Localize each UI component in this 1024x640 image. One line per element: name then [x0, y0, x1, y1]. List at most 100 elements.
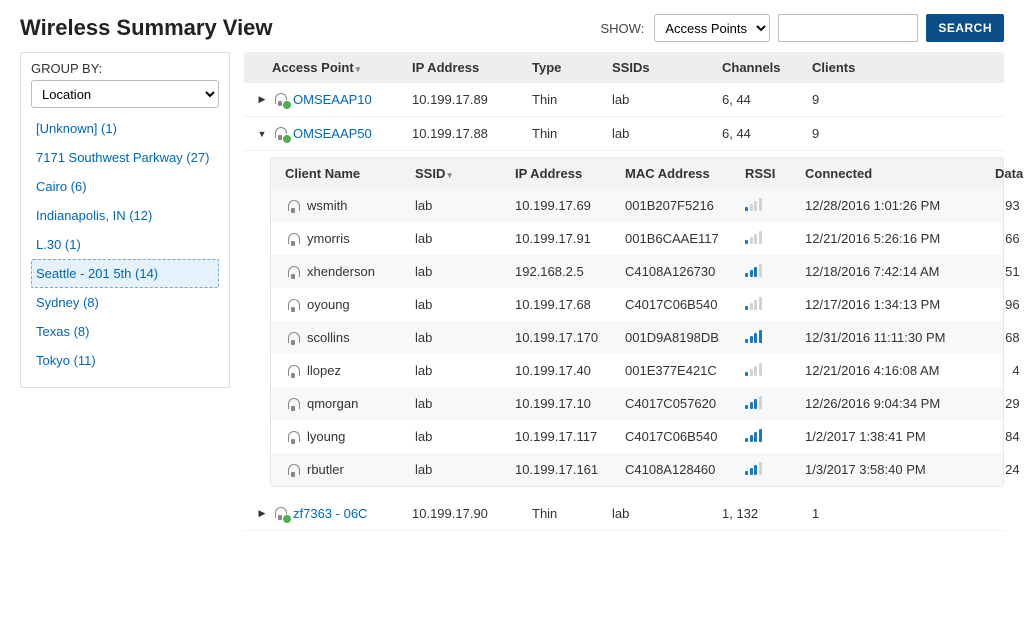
client-row: xhendersonlab192.168.2.5C4108A12673012/1…	[271, 255, 1003, 288]
ap-row: ▼OMSEAAP5010.199.17.88Thinlab6, 449	[244, 117, 1004, 151]
ap-name-link[interactable]: OMSEAAP50	[272, 125, 412, 142]
ap-name-link[interactable]: zf7363 - 06C	[272, 505, 412, 522]
client-name: rbutler	[307, 462, 344, 477]
rssi-icon	[745, 461, 762, 475]
wifi-client-icon	[285, 462, 301, 478]
ap-type: Thin	[532, 506, 612, 521]
ap-channels: 1, 132	[722, 506, 812, 521]
col-channels[interactable]: Channels	[722, 60, 812, 75]
rssi-icon	[745, 197, 762, 211]
col-clients[interactable]: Clients	[812, 60, 902, 75]
client-ssid: lab	[415, 330, 515, 345]
wifi-ap-icon	[272, 91, 289, 108]
client-col-client_name[interactable]: Client Name	[285, 166, 415, 181]
client-row: qmorganlab10.199.17.10C4017C05762012/26/…	[271, 387, 1003, 420]
client-ip: 10.199.17.161	[515, 462, 625, 477]
col-ip[interactable]: IP Address	[412, 60, 532, 75]
client-ssid: lab	[415, 462, 515, 477]
client-col-mac[interactable]: MAC Address	[625, 166, 745, 181]
client-row: lyounglab10.199.17.117C4017C06B5401/2/20…	[271, 420, 1003, 453]
sidebar-location[interactable]: 7171 Southwest Parkway (27)	[31, 143, 219, 172]
wifi-ap-icon	[272, 505, 289, 522]
client-name: qmorgan	[307, 396, 358, 411]
client-col-connected[interactable]: Connected	[805, 166, 975, 181]
client-connected: 1/3/2017 3:58:40 PM	[805, 462, 975, 477]
ap-clients: 9	[812, 92, 902, 107]
client-ip: 10.199.17.117	[515, 429, 625, 444]
client-col-rate[interactable]: Data Rate	[975, 166, 1024, 181]
wifi-client-icon	[285, 396, 301, 412]
client-rate: 84 Mbps	[975, 429, 1024, 444]
show-select[interactable]: Access Points	[654, 14, 770, 42]
sidebar-location[interactable]: L.30 (1)	[31, 230, 219, 259]
client-col-rssi[interactable]: RSSI	[745, 166, 805, 181]
client-ip: 10.199.17.170	[515, 330, 625, 345]
client-col-ip[interactable]: IP Address	[515, 166, 625, 181]
wifi-client-icon	[285, 198, 301, 214]
search-button[interactable]: SEARCH	[926, 14, 1004, 42]
ap-ip: 10.199.17.89	[412, 92, 532, 107]
rssi-icon	[745, 230, 762, 244]
ap-type: Thin	[532, 126, 612, 141]
client-mac: C4108A128460	[625, 462, 745, 477]
client-mac: C4017C06B540	[625, 429, 745, 444]
rssi-icon	[745, 395, 762, 409]
sidebar-location[interactable]: [Unknown] (1)	[31, 114, 219, 143]
sidebar-location[interactable]: Sydney (8)	[31, 288, 219, 317]
client-rate: 4 Mbps	[975, 363, 1024, 378]
rssi-icon	[745, 362, 762, 376]
ap-channels: 6, 44	[722, 126, 812, 141]
client-connected: 12/17/2016 1:34:13 PM	[805, 297, 975, 312]
client-ip: 10.199.17.91	[515, 231, 625, 246]
expand-icon[interactable]: ▶	[252, 94, 272, 105]
client-connected: 12/21/2016 5:26:16 PM	[805, 231, 975, 246]
client-name: llopez	[307, 363, 341, 378]
wifi-client-icon	[285, 297, 301, 313]
client-rate: 93 Mbps	[975, 198, 1024, 213]
ap-name-link[interactable]: OMSEAAP10	[272, 91, 412, 108]
ap-row: ▶OMSEAAP1010.199.17.89Thinlab6, 449	[244, 83, 1004, 117]
client-name: lyoung	[307, 429, 345, 444]
ap-table-header: Access Point▾ IP Address Type SSIDs Chan…	[244, 52, 1004, 83]
client-mac: C4017C057620	[625, 396, 745, 411]
wifi-client-icon	[285, 264, 301, 280]
col-type[interactable]: Type	[532, 60, 612, 75]
client-mac: 001B207F5216	[625, 198, 745, 213]
client-name: oyoung	[307, 297, 350, 312]
wifi-client-icon	[285, 429, 301, 445]
ap-channels: 6, 44	[722, 92, 812, 107]
client-ssid: lab	[415, 297, 515, 312]
sidebar-location[interactable]: Texas (8)	[31, 317, 219, 346]
client-rate: 51 Mbps	[975, 264, 1024, 279]
ap-ssids: lab	[612, 126, 722, 141]
col-access-point[interactable]: Access Point▾	[272, 60, 412, 75]
client-mac: 001E377E421C	[625, 363, 745, 378]
wifi-ap-icon	[272, 125, 289, 142]
expand-icon[interactable]: ▶	[252, 508, 272, 519]
sidebar-location[interactable]: Indianapolis, IN (12)	[31, 201, 219, 230]
rssi-icon	[745, 329, 762, 343]
client-row: llopezlab10.199.17.40001E377E421C12/21/2…	[271, 354, 1003, 387]
expand-icon[interactable]: ▼	[252, 129, 272, 139]
ap-ip: 10.199.17.88	[412, 126, 532, 141]
client-name: xhenderson	[307, 264, 375, 279]
client-ip: 10.199.17.40	[515, 363, 625, 378]
client-rate: 66 Mbps	[975, 231, 1024, 246]
client-col-ssid[interactable]: SSID▾	[415, 166, 515, 181]
client-connected: 12/26/2016 9:04:34 PM	[805, 396, 975, 411]
group-by-select[interactable]: Location	[31, 80, 219, 108]
ap-type: Thin	[532, 92, 612, 107]
client-ip: 10.199.17.69	[515, 198, 625, 213]
ap-ssids: lab	[612, 92, 722, 107]
sidebar-location[interactable]: Seattle - 201 5th (14)	[31, 259, 219, 288]
sidebar-location[interactable]: Cairo (6)	[31, 172, 219, 201]
rssi-icon	[745, 263, 762, 277]
client-rate: 24 Mbps	[975, 462, 1024, 477]
client-connected: 12/21/2016 4:16:08 AM	[805, 363, 975, 378]
col-ssids[interactable]: SSIDs	[612, 60, 722, 75]
sidebar-location[interactable]: Tokyo (11)	[31, 346, 219, 375]
client-row: oyounglab10.199.17.68C4017C06B54012/17/2…	[271, 288, 1003, 321]
client-ssid: lab	[415, 231, 515, 246]
client-row: wsmithlab10.199.17.69001B207F521612/28/2…	[271, 189, 1003, 222]
search-input[interactable]	[778, 14, 918, 42]
